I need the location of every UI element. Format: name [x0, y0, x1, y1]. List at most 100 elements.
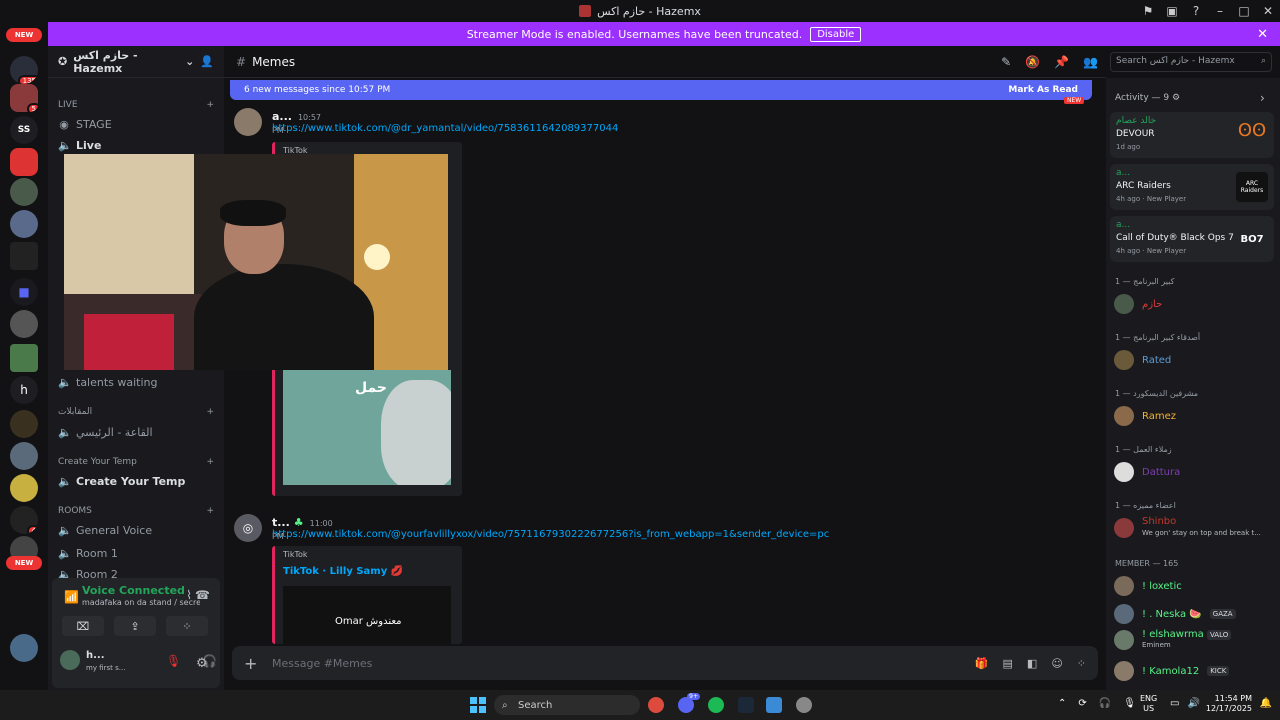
chevron-up-icon[interactable]: ⌃ [1058, 698, 1066, 709]
category-interviews[interactable]: المقابلات + [48, 407, 224, 417]
headset-icon[interactable]: 🎧 [1099, 698, 1111, 709]
member-item[interactable]: ! elshawrma VALO Eminem [1114, 630, 1232, 650]
server-icon[interactable] [10, 148, 38, 176]
inbox-icon[interactable]: ⚑ [1136, 4, 1160, 18]
member-item[interactable]: Dattura [1114, 462, 1180, 482]
members-icon[interactable]: 👥 [1083, 55, 1098, 69]
close-button[interactable]: ✕ [1256, 4, 1280, 18]
channel-general-voice[interactable]: 🔈 General Voice [48, 524, 162, 537]
server-icon[interactable] [10, 634, 38, 662]
sticker-icon[interactable]: ◧ [1027, 657, 1037, 670]
activity-card[interactable]: خالد عصام DEVOUR 1d ago ʘʘ [1110, 112, 1274, 158]
notification-icon[interactable]: 🔔 [1260, 698, 1272, 709]
activity-card[interactable]: a... ARC Raiders 4h ago · New Player ARC… [1110, 164, 1274, 210]
member-item[interactable]: ! Kamola12 KICK [1114, 661, 1230, 681]
add-channel-icon[interactable]: + [206, 100, 214, 110]
avatar[interactable]: ◎ [234, 514, 262, 542]
channel-live[interactable]: 🔈 Live [48, 139, 224, 152]
gear-icon[interactable]: ⚙ [1172, 93, 1180, 103]
spotify-icon[interactable] [708, 697, 724, 713]
server-icon-ss[interactable]: SS [10, 116, 38, 144]
message-composer[interactable]: + Message #Memes 🎁 ▤ ◧ ☺ ⁘ [232, 646, 1098, 680]
steam-icon[interactable] [738, 697, 754, 713]
channel-room-1[interactable]: 🔈 Room 1 [48, 547, 128, 560]
server-icon[interactable]: 135 [10, 56, 38, 84]
sync-icon[interactable]: ⟳ [1078, 698, 1086, 709]
chrome-icon[interactable] [648, 697, 664, 713]
embed-title[interactable]: TikTok · Lilly Samy 💋 [283, 566, 403, 577]
member-item[interactable]: حازم [1114, 294, 1162, 314]
mark-as-read-button[interactable]: Mark As Read [1008, 85, 1078, 95]
volume-icon[interactable]: 🔊 [1187, 698, 1199, 709]
category-rooms[interactable]: ROOMS + [48, 506, 224, 516]
member-item[interactable]: ! . Neska 🍉 GAZA [1114, 604, 1236, 624]
channel-talents-waiting[interactable]: 🔈 talents waiting [48, 376, 168, 389]
add-channel-icon[interactable]: + [206, 407, 214, 417]
threads-icon[interactable]: ✎ [1001, 55, 1011, 69]
embed-video-thumbnail[interactable]: Omar معندوش [283, 586, 451, 644]
message-author[interactable]: t... [272, 516, 290, 529]
help-icon[interactable]: ? [1184, 4, 1208, 18]
server-icon[interactable] [10, 178, 38, 206]
member-item[interactable]: Rated [1114, 350, 1171, 370]
add-channel-icon[interactable]: + [206, 506, 214, 516]
member-item[interactable]: Shinbo We gon' stay on top and break t... [1114, 516, 1261, 539]
server-icon[interactable] [10, 310, 38, 338]
member-item[interactable]: ! loxetic [1114, 576, 1182, 596]
server-icon[interactable] [10, 442, 38, 470]
server-icon-h[interactable]: h [10, 376, 38, 404]
channel-stage[interactable]: ◉ STAGE [48, 118, 224, 131]
activity-card[interactable]: a... Call of Duty® Black Ops 7 4h ago · … [1110, 216, 1274, 262]
notifications-icon[interactable]: 🔕 [1025, 55, 1040, 69]
folder-icon[interactable]: ■ [10, 278, 38, 306]
close-banner-icon[interactable]: ✕ [1257, 27, 1268, 42]
gif-icon[interactable]: ▤ [1003, 657, 1013, 670]
server-icon[interactable] [10, 410, 38, 438]
server-icon[interactable]: 4 [10, 506, 38, 534]
clock[interactable]: 11:54 PM 12/17/2025 [1206, 694, 1252, 714]
server-icon[interactable] [10, 344, 38, 372]
voice-channel[interactable]: madafaka on da stand / secret s... [82, 598, 200, 607]
channel-create-temp[interactable]: 🔈 Create Your Temp [48, 475, 195, 488]
chevron-right-icon[interactable]: › [1260, 91, 1265, 105]
pin-icon[interactable]: 📌 [1054, 55, 1069, 69]
message-input[interactable]: Message #Memes [272, 657, 372, 670]
add-attachment-icon[interactable]: + [244, 654, 257, 673]
embed-video-thumbnail[interactable]: حمل [283, 370, 451, 485]
invite-icon[interactable]: 👤 [200, 55, 214, 68]
message-link[interactable]: https://www.tiktok.com/@yourfavlillyxox/… [272, 529, 829, 540]
avatar[interactable] [234, 108, 262, 136]
noise-icon[interactable]: ⌇ [186, 588, 192, 602]
message-link[interactable]: https://www.tiktok.com/@dr_yamantal/vide… [272, 123, 618, 134]
server-icon[interactable] [10, 210, 38, 238]
apps-icon[interactable]: ⁘ [1077, 657, 1086, 670]
screen-icon[interactable]: ▣ [1160, 4, 1184, 18]
emoji-icon[interactable]: ☺ [1051, 657, 1062, 670]
microphone-icon[interactable]: 🎙 [1123, 698, 1136, 709]
search-input[interactable]: Search حازم اكس - Hazemx ⌕ [1110, 52, 1272, 72]
avatar[interactable] [60, 650, 80, 670]
activities-button[interactable]: ⁘ [166, 616, 208, 636]
category-temp[interactable]: Create Your Temp + [48, 457, 224, 467]
server-icon[interactable] [10, 474, 38, 502]
server-icon-active[interactable]: 5 [10, 84, 38, 112]
maximize-button[interactable]: □ [1232, 4, 1256, 18]
monitor-icon[interactable]: ▭ [1170, 698, 1179, 709]
settings-gear-icon[interactable]: ⚙ [196, 656, 208, 671]
taskbar-search[interactable]: ⌕ Search [494, 695, 640, 715]
photos-icon[interactable] [766, 697, 782, 713]
discord-icon[interactable]: 9+ [678, 693, 700, 713]
member-item[interactable]: Ramez [1114, 406, 1176, 426]
mute-icon[interactable]: 🎙 [166, 654, 181, 668]
disconnect-icon[interactable]: ☎ [195, 588, 210, 602]
server-header[interactable]: ✪ حازم اكس - Hazemx ⌄ 👤 [48, 46, 224, 78]
start-button[interactable] [470, 697, 486, 713]
category-live[interactable]: LIVE + [48, 100, 224, 110]
obs-icon[interactable] [796, 697, 812, 713]
gift-icon[interactable]: 🎁 [975, 657, 989, 670]
channel-interview-room[interactable]: 🔈 القاعة - الرئيسي [48, 426, 163, 439]
screen-share-button[interactable]: ⇪ [114, 616, 156, 636]
new-messages-bar[interactable]: 6 new messages since 10:57 PM Mark As Re… [230, 80, 1092, 100]
minimize-button[interactable]: – [1208, 4, 1232, 18]
disable-button[interactable]: Disable [810, 26, 862, 42]
